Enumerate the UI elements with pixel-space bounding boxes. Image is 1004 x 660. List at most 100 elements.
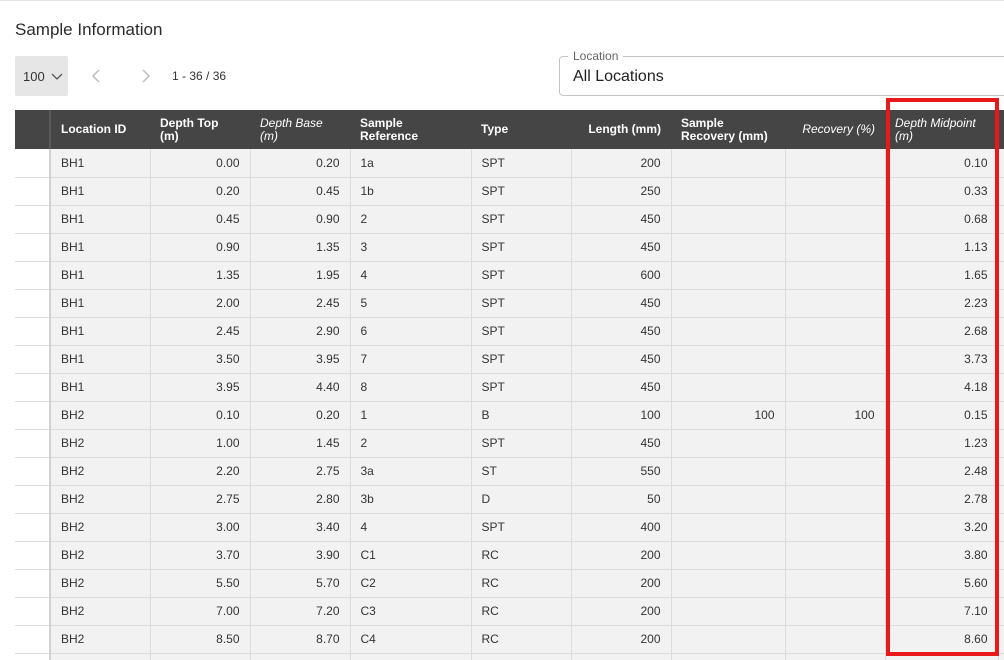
table-row[interactable] — [15, 653, 1004, 660]
table-row[interactable]: BH2 2.20 2.75 3a ST 550 2.48 — [15, 457, 1004, 486]
row-select-cell[interactable] — [15, 345, 51, 374]
row-select-cell[interactable] — [15, 653, 51, 660]
table-row[interactable]: BH1 1.35 1.95 4 SPT 600 1.65 — [15, 261, 1004, 290]
cell-depth-midpoint: 1.23 — [885, 429, 999, 458]
cell-sample-reference: C2 — [350, 569, 472, 598]
cell-location-id: BH1 — [50, 233, 151, 262]
row-select-cell[interactable] — [15, 541, 51, 570]
row-select-cell[interactable] — [15, 177, 51, 206]
cell-location-id: BH1 — [50, 317, 151, 346]
cell-depth-base: 2.80 — [250, 485, 351, 514]
cell-recovery-pct — [785, 205, 886, 234]
row-select-cell[interactable] — [15, 149, 51, 178]
table-row[interactable]: BH2 2.75 2.80 3b D 50 2.78 — [15, 485, 1004, 514]
cell-sample-recovery — [671, 485, 786, 514]
table-row[interactable]: BH2 7.00 7.20 C3 RC 200 7.10 — [15, 597, 1004, 626]
cell-recovery-pct — [785, 233, 886, 262]
cell-depth-midpoint: 0.10 — [885, 149, 999, 178]
table-row[interactable]: BH2 0.10 0.20 1 B 100 100 100 0.15 — [15, 401, 1004, 430]
cell-depth-midpoint: 2.48 — [885, 457, 999, 486]
table-row[interactable]: BH2 3.70 3.90 C1 RC 200 3.80 — [15, 541, 1004, 570]
cell-length: 250 — [571, 177, 672, 206]
table-row[interactable]: BH2 1.00 1.45 2 SPT 450 1.23 — [15, 429, 1004, 458]
column-header-length[interactable]: Length (mm) — [571, 110, 671, 149]
table-row[interactable]: BH1 0.20 0.45 1b SPT 250 0.33 — [15, 177, 1004, 206]
column-header-location-id[interactable]: Location ID — [50, 110, 150, 149]
column-header-depth-top[interactable]: Depth Top (m) — [150, 110, 250, 149]
next-page-button[interactable] — [135, 66, 155, 86]
cell-location-id: BH1 — [50, 177, 151, 206]
cell-recovery-pct — [785, 177, 886, 206]
row-select-cell[interactable] — [15, 205, 51, 234]
cell-length: 450 — [571, 317, 672, 346]
cell-location-id: BH1 — [50, 149, 151, 178]
cell-type: SPT — [471, 205, 572, 234]
row-select-cell[interactable] — [15, 261, 51, 290]
cell-sample-reference: 4 — [350, 261, 472, 290]
page-size-value: 100 — [23, 68, 45, 84]
column-header-depth-midpoint[interactable]: Depth Midpoint (m) — [885, 110, 998, 149]
cell-type: SPT — [471, 233, 572, 262]
cell-depth-midpoint — [885, 653, 999, 660]
column-header-sample-reference[interactable]: Sample Reference — [350, 110, 471, 149]
cell-sample-reference: 2 — [350, 205, 472, 234]
row-select-cell[interactable] — [15, 373, 51, 402]
column-header-depth-base[interactable]: Depth Base (m) — [250, 110, 350, 149]
cell-sample-reference: 4 — [350, 513, 472, 542]
table-row[interactable]: BH2 8.50 8.70 C4 RC 200 8.60 — [15, 625, 1004, 654]
location-select[interactable]: Location All Locations — [559, 49, 1004, 96]
row-select-cell[interactable] — [15, 597, 51, 626]
row-select-cell[interactable] — [15, 401, 51, 430]
table-row[interactable]: BH1 3.50 3.95 7 SPT 450 3.73 — [15, 345, 1004, 374]
table-row[interactable]: BH2 3.00 3.40 4 SPT 400 3.20 — [15, 513, 1004, 542]
row-select-cell[interactable] — [15, 317, 51, 346]
table-row[interactable]: BH1 0.90 1.35 3 SPT 450 1.13 — [15, 233, 1004, 262]
column-header-select — [15, 110, 51, 149]
table-row[interactable]: BH1 0.45 0.90 2 SPT 450 0.68 — [15, 205, 1004, 234]
row-select-cell[interactable] — [15, 457, 51, 486]
table-row[interactable]: BH1 0.00 0.20 1a SPT 200 0.10 — [15, 149, 1004, 178]
cell-length: 400 — [571, 513, 672, 542]
column-header-recovery-pct[interactable]: Recovery (%) — [785, 110, 885, 149]
row-select-cell[interactable] — [15, 289, 51, 318]
cell-length: 100 — [571, 401, 672, 430]
cell-location-id: BH2 — [50, 485, 151, 514]
table-row[interactable]: BH1 2.00 2.45 5 SPT 450 2.23 — [15, 289, 1004, 318]
cell-extra — [998, 485, 1004, 514]
cell-extra — [998, 233, 1004, 262]
row-select-cell[interactable] — [15, 625, 51, 654]
table-row[interactable]: BH1 2.45 2.90 6 SPT 450 2.68 — [15, 317, 1004, 346]
cell-length — [571, 653, 672, 660]
cell-depth-midpoint: 8.60 — [885, 625, 999, 654]
row-select-cell[interactable] — [15, 485, 51, 514]
cell-length: 550 — [571, 457, 672, 486]
cell-sample-recovery — [671, 233, 786, 262]
cell-sample-reference: C4 — [350, 625, 472, 654]
cell-depth-base: 3.90 — [250, 541, 351, 570]
cell-sample-recovery — [671, 373, 786, 402]
cell-depth-base: 1.45 — [250, 429, 351, 458]
previous-page-button[interactable] — [87, 66, 107, 86]
row-select-cell[interactable] — [15, 429, 51, 458]
table-row[interactable]: BH1 3.95 4.40 8 SPT 450 4.18 — [15, 373, 1004, 402]
cell-type: SPT — [471, 345, 572, 374]
table-row[interactable]: BH2 5.50 5.70 C2 RC 200 5.60 — [15, 569, 1004, 598]
cell-sample-reference: C1 — [350, 541, 472, 570]
cell-type: SPT — [471, 177, 572, 206]
cell-depth-top: 2.20 — [150, 457, 251, 486]
page-size-select[interactable]: 100 — [15, 56, 68, 96]
cell-recovery-pct — [785, 513, 886, 542]
column-header-type[interactable]: Type — [471, 110, 571, 149]
cell-length: 200 — [571, 569, 672, 598]
cell-depth-top — [150, 653, 251, 660]
row-select-cell[interactable] — [15, 233, 51, 262]
cell-depth-base: 5.70 — [250, 569, 351, 598]
row-select-cell[interactable] — [15, 569, 51, 598]
column-header-extra — [998, 110, 1004, 149]
cell-length: 200 — [571, 149, 672, 178]
cell-depth-base: 0.20 — [250, 401, 351, 430]
cell-length: 200 — [571, 541, 672, 570]
column-header-sample-recovery[interactable]: Sample Recovery (mm) — [671, 110, 785, 149]
cell-type: SPT — [471, 373, 572, 402]
row-select-cell[interactable] — [15, 513, 51, 542]
